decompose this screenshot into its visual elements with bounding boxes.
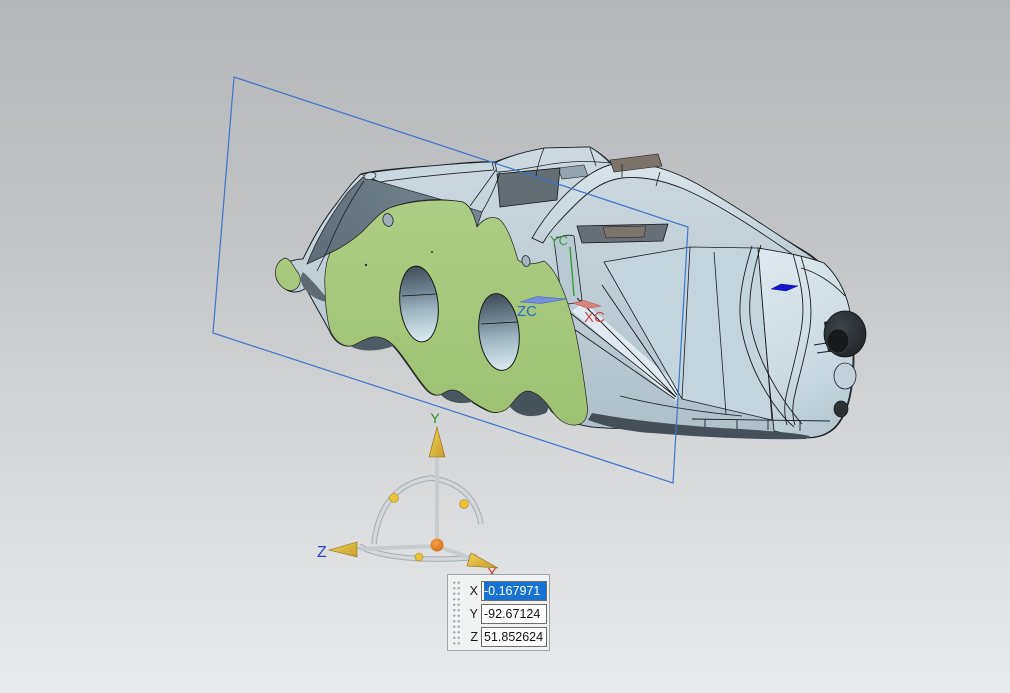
model-3d-part[interactable] [275,147,866,439]
rotation-arc-dome-face [374,478,481,544]
coordinate-input-box: X -0.167971 Y -92.67124 Z 51.852624 [447,574,550,651]
coordinate-row-y: Y -92.67124 [463,604,547,624]
coordinate-row-z: Z 51.852624 [463,627,547,647]
drag-handle[interactable] [452,580,461,645]
y-axis-arrow-icon[interactable] [429,427,445,457]
pin-dot-1 [365,264,367,266]
interior-floor [603,226,646,238]
rotation-ball-zy[interactable] [390,494,399,503]
coordinate-row-x: X -0.167971 [463,581,547,601]
y-field-label: Y [463,607,478,621]
orientation-manipulator[interactable]: Y Z X [317,410,498,582]
origin-ball[interactable] [431,539,444,552]
x-field-label: X [463,584,478,598]
y-axis-label: Y [430,410,440,426]
yc-axis-label: YC [550,233,568,248]
x-coordinate-value[interactable]: -0.167971 [484,582,546,600]
z-field-label: Z [463,630,478,644]
xc-axis-label: XC [584,309,605,326]
cad-graphics-window[interactable]: ZC XC YC Y Z X X [0,0,1010,693]
z-axis-arrow-icon[interactable] [329,542,357,557]
pin-dot-2 [431,251,433,253]
y-coordinate-input[interactable]: -92.67124 [481,604,547,624]
coordinate-rows: X -0.167971 Y -92.67124 Z 51.852624 [463,581,547,650]
y-coordinate-value[interactable]: -92.67124 [484,605,540,623]
zc-axis-label: ZC [517,303,537,320]
x-coordinate-input[interactable]: -0.167971 [481,581,547,601]
rotation-ball-xy[interactable] [460,500,469,509]
z-axis-label: Z [317,544,327,561]
z-coordinate-input[interactable]: 51.852624 [481,627,547,647]
rotation-ball-zx[interactable] [415,553,423,561]
rotation-arc-dome[interactable] [374,478,481,544]
z-coordinate-value[interactable]: 51.852624 [484,628,543,646]
z-axis-shaft[interactable] [360,546,436,549]
